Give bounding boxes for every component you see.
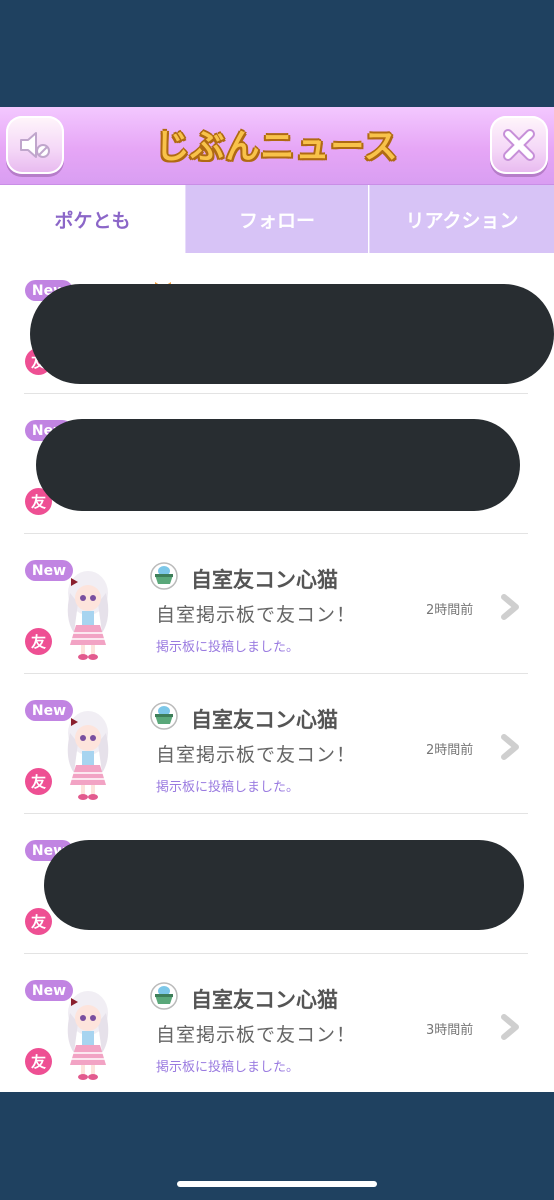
avatar bbox=[67, 711, 109, 800]
list-item[interactable]: New 友 bbox=[0, 673, 554, 813]
room-plant-icon bbox=[150, 702, 178, 730]
friend-badge: 友 bbox=[25, 628, 52, 655]
friend-badge: 友 bbox=[25, 768, 52, 795]
redaction-mask bbox=[44, 840, 524, 930]
room-plant-icon bbox=[150, 562, 178, 590]
tab-reaction[interactable]: リアクション bbox=[369, 185, 554, 253]
user-name: 自室友コン心猫 bbox=[191, 568, 338, 592]
header-bar: じぶんニュース bbox=[0, 107, 554, 185]
avatar bbox=[67, 571, 109, 660]
news-message: 自室掲示板で友コン！ bbox=[156, 744, 357, 766]
tab-bar: ポケとも フォロー リアクション bbox=[0, 185, 554, 253]
news-subtext: 掲示板に投稿しました。 bbox=[156, 640, 300, 655]
redaction-mask bbox=[30, 284, 554, 384]
close-button[interactable] bbox=[490, 116, 548, 174]
list-item[interactable]: New 友 bbox=[0, 253, 554, 393]
user-name: 自室友コン心猫 bbox=[191, 708, 338, 732]
tab-poketomo[interactable]: ポケとも bbox=[0, 185, 185, 253]
chevron-right-icon[interactable] bbox=[498, 1013, 522, 1041]
list-item[interactable]: New 友 bbox=[0, 953, 554, 1092]
list-item[interactable]: New 友 bbox=[0, 393, 554, 533]
chevron-right-icon[interactable] bbox=[498, 733, 522, 761]
friend-badge: 友 bbox=[25, 908, 52, 935]
news-panel: じぶんニュース ポケとも フォロー リアクション New 友 New 友 bbox=[0, 107, 554, 1092]
close-icon bbox=[503, 129, 535, 161]
room-plant-icon bbox=[150, 982, 178, 1010]
news-message: 自室掲示板で友コン！ bbox=[156, 1024, 357, 1046]
user-name: 自室友コン心猫 bbox=[191, 988, 338, 1012]
news-message: 自室掲示板で友コン！ bbox=[156, 604, 357, 626]
news-subtext: 掲示板に投稿しました。 bbox=[156, 780, 300, 795]
list-item[interactable]: New 友 bbox=[0, 533, 554, 673]
tab-follow[interactable]: フォロー bbox=[185, 185, 368, 253]
chevron-right-icon[interactable] bbox=[498, 593, 522, 621]
timestamp: 2時間前 bbox=[426, 743, 474, 758]
timestamp: 3時間前 bbox=[426, 1023, 474, 1038]
avatar bbox=[67, 991, 109, 1080]
news-subtext: 掲示板に投稿しました。 bbox=[156, 1060, 300, 1075]
timestamp: 2時間前 bbox=[426, 603, 474, 618]
page-title: じぶんニュース bbox=[155, 127, 399, 167]
list-item[interactable]: New 友 bbox=[0, 813, 554, 953]
redaction-mask bbox=[36, 419, 520, 511]
friend-badge: 友 bbox=[25, 1048, 52, 1075]
home-indicator[interactable] bbox=[177, 1181, 377, 1187]
